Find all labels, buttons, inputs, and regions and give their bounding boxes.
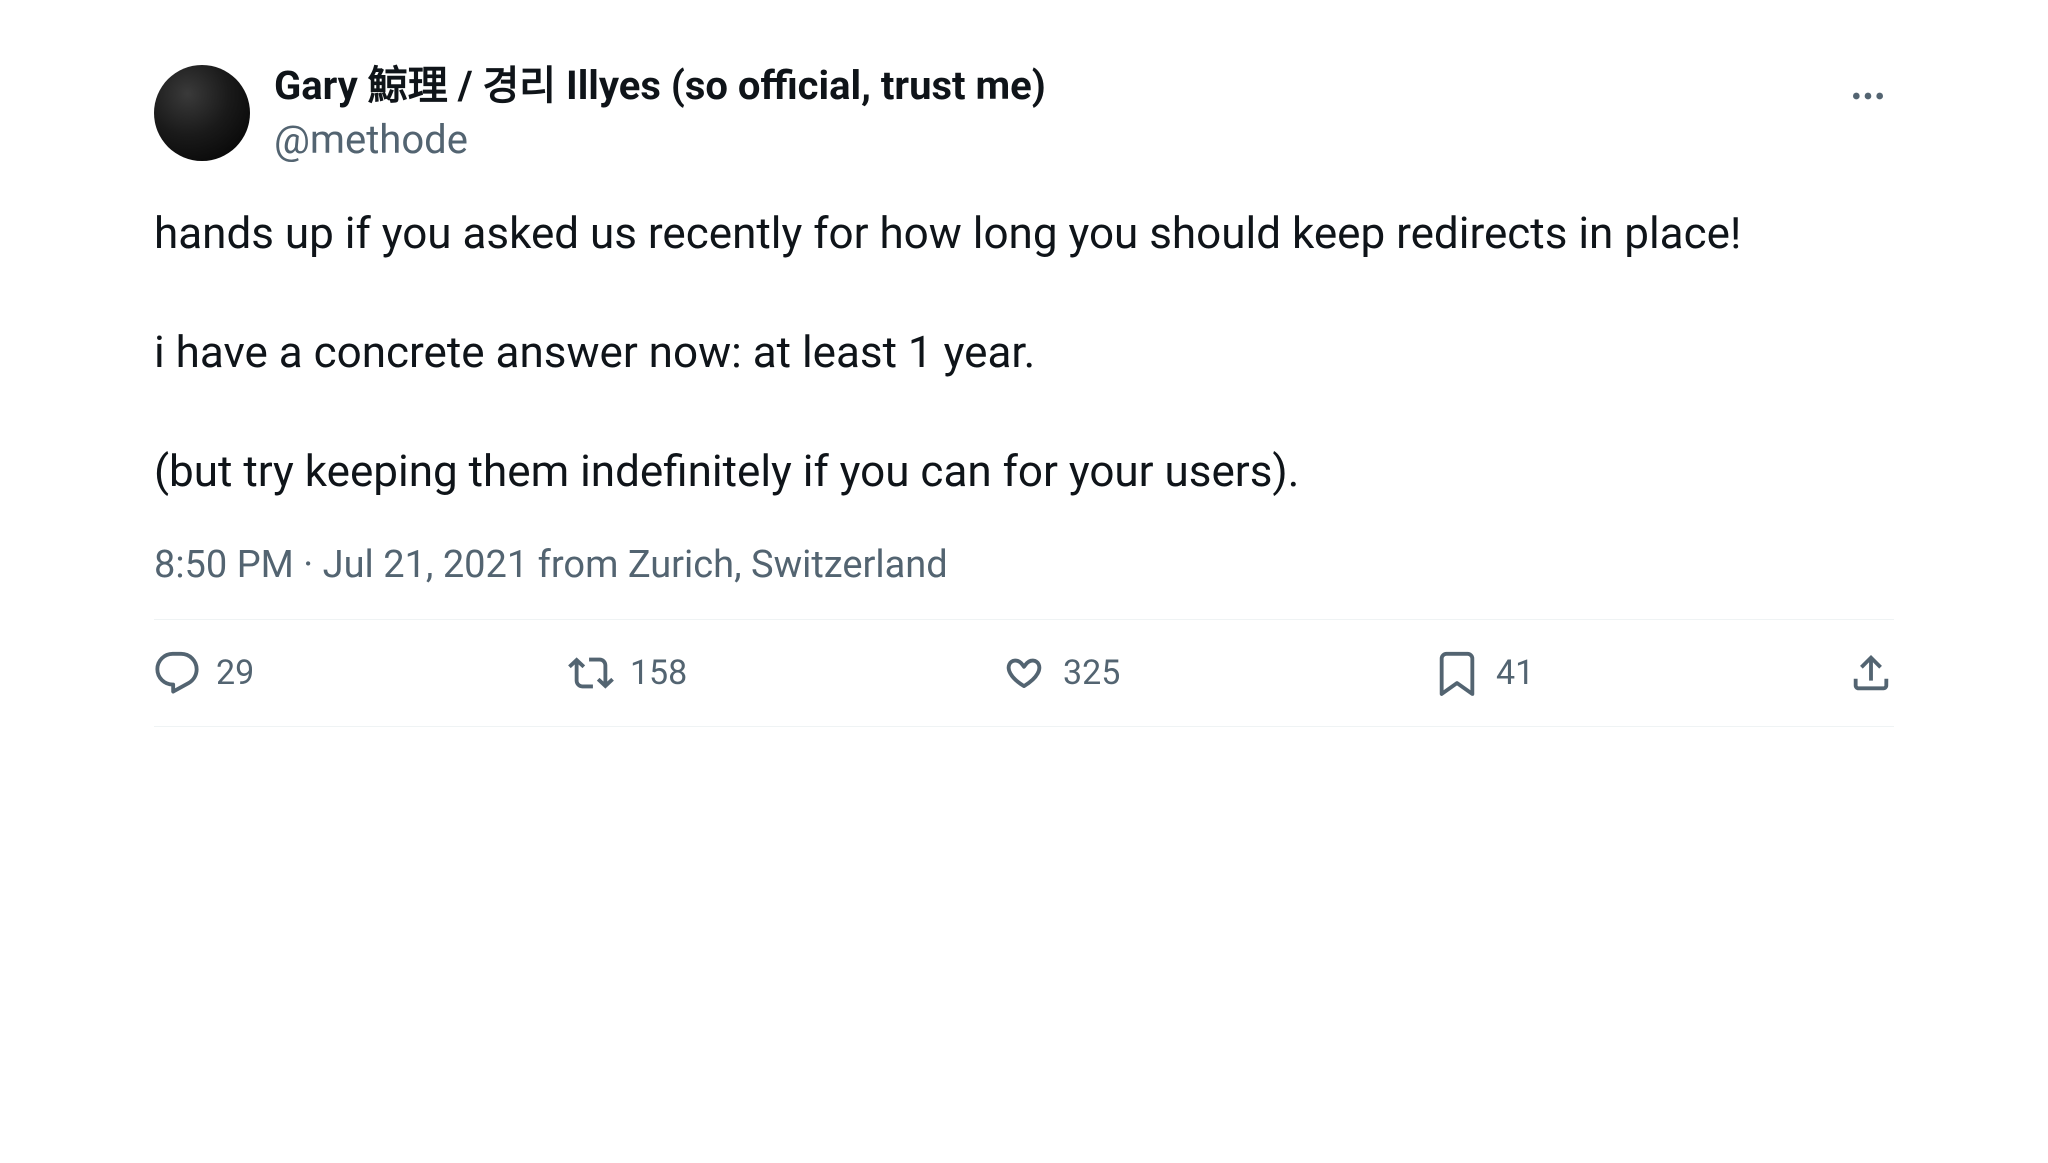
tweet-actions: 29 158 325 41 <box>154 619 1894 727</box>
reply-icon <box>154 650 200 696</box>
reply-button[interactable]: 29 <box>154 650 254 696</box>
retweet-count: 158 <box>630 653 687 693</box>
author-display-name[interactable]: Gary 鯨理 / 경리 Illyes (so official, trust … <box>274 60 1046 112</box>
more-button[interactable] <box>1842 70 1894 122</box>
avatar[interactable] <box>154 65 250 161</box>
like-button[interactable]: 325 <box>1001 650 1120 696</box>
tweet-meta[interactable]: 8:50 PM · Jul 21, 2021 from Zurich, Swit… <box>154 543 1894 587</box>
retweet-button[interactable]: 158 <box>568 650 687 696</box>
author-handle[interactable]: @methode <box>274 114 1046 166</box>
reply-count: 29 <box>216 653 254 693</box>
user-info: Gary 鯨理 / 경리 Illyes (so official, trust … <box>274 60 1046 166</box>
like-count: 325 <box>1063 653 1120 693</box>
retweet-icon <box>568 650 614 696</box>
tweet-header: Gary 鯨理 / 경리 Illyes (so official, trust … <box>154 60 1894 166</box>
heart-icon <box>1001 650 1047 696</box>
tweet-body: hands up if you asked us recently for ho… <box>154 204 1894 501</box>
author-block[interactable]: Gary 鯨理 / 경리 Illyes (so official, trust … <box>154 60 1046 166</box>
bookmark-count: 41 <box>1496 653 1534 693</box>
bookmark-icon <box>1434 650 1480 696</box>
tweet-card: Gary 鯨理 / 경리 Illyes (so official, trust … <box>64 60 1984 727</box>
share-button[interactable] <box>1848 650 1894 696</box>
more-icon <box>1848 76 1888 116</box>
bookmark-button[interactable]: 41 <box>1434 650 1534 696</box>
share-icon <box>1848 650 1894 696</box>
